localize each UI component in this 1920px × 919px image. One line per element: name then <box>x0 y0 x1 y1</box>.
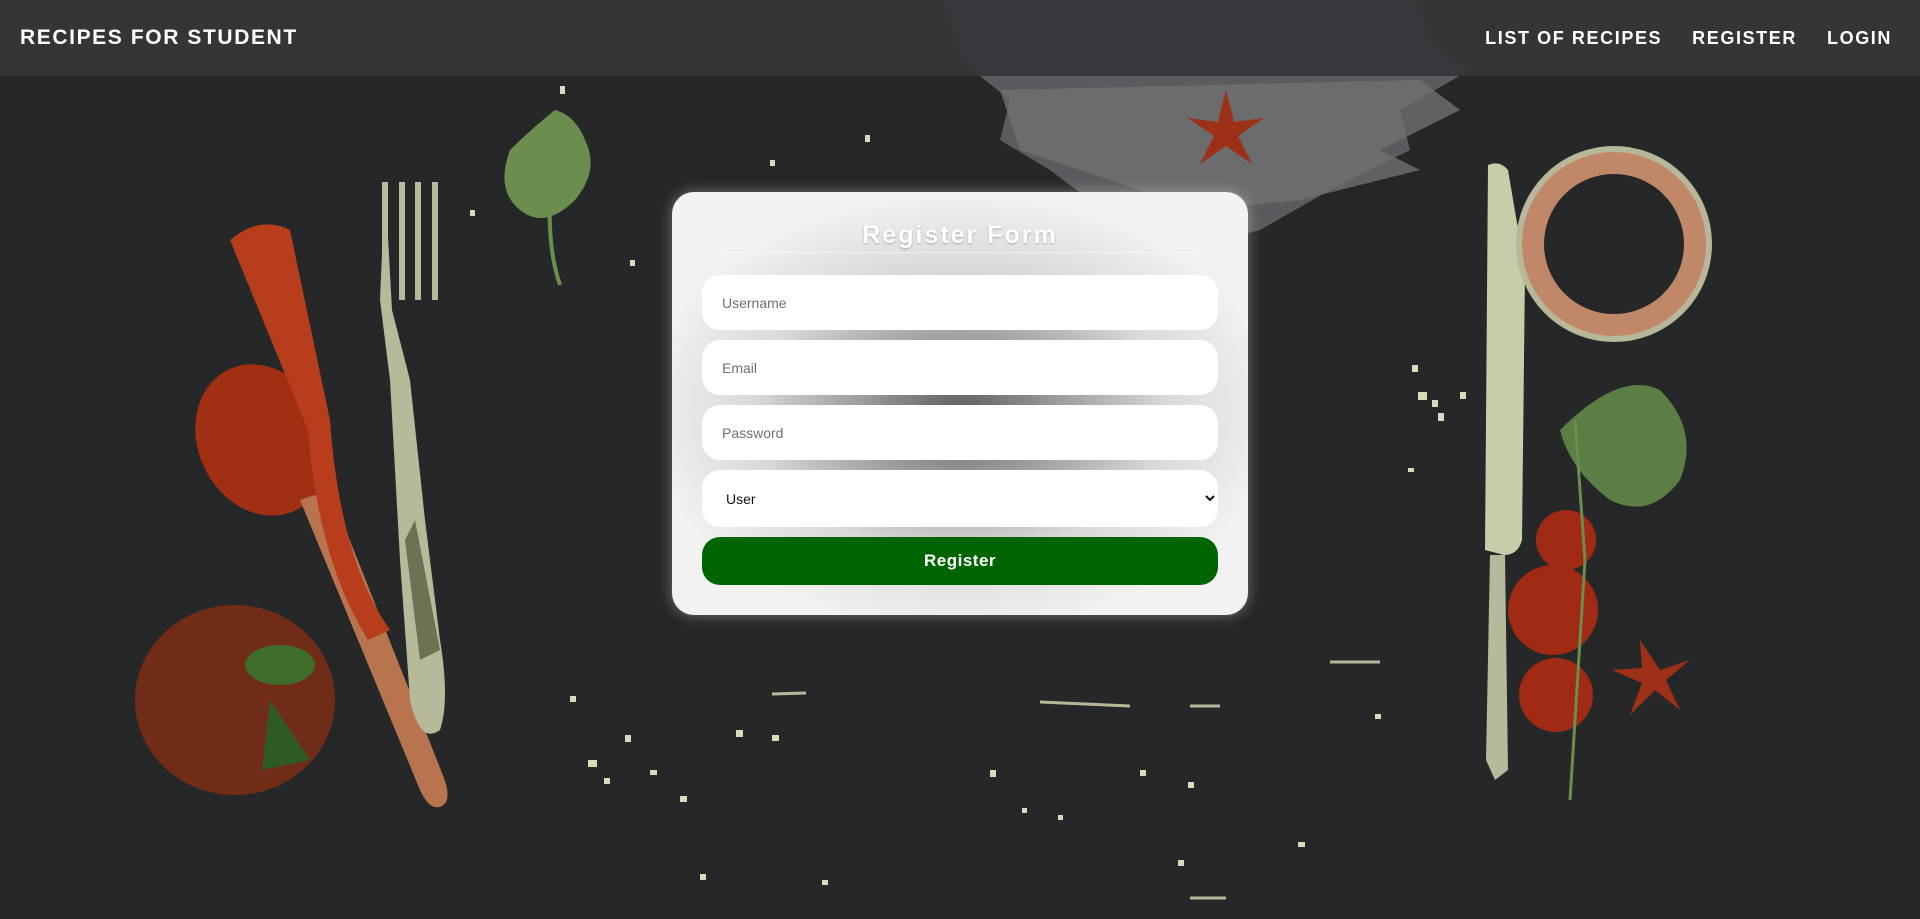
register-form: Register Form User Register <box>672 192 1248 615</box>
register-button[interactable]: Register <box>702 537 1218 585</box>
password-input[interactable] <box>702 405 1218 460</box>
role-select[interactable]: User <box>702 470 1218 527</box>
username-input[interactable] <box>702 275 1218 330</box>
nav-link-list-of-recipes[interactable]: LIST OF RECIPES <box>1485 28 1662 49</box>
onion-ring-icon <box>1516 146 1712 342</box>
site-brand[interactable]: RECIPES FOR STUDENT <box>20 26 298 50</box>
crumbs-pattern <box>771 660 1380 900</box>
top-navbar: RECIPES FOR STUDENT LIST OF RECIPES REGI… <box>0 0 1920 76</box>
nav-link-register[interactable]: REGISTER <box>1692 28 1797 49</box>
title-divider <box>722 252 1198 253</box>
nav-link-login[interactable]: LOGIN <box>1827 28 1892 49</box>
spice-bowl-icon <box>135 605 335 795</box>
tomatoes-icon <box>1508 385 1690 801</box>
nav-links: LIST OF RECIPES REGISTER LOGIN <box>1485 28 1892 49</box>
parsley-icon <box>504 110 591 286</box>
email-input[interactable] <box>702 340 1218 395</box>
form-title: Register Form <box>862 221 1058 249</box>
